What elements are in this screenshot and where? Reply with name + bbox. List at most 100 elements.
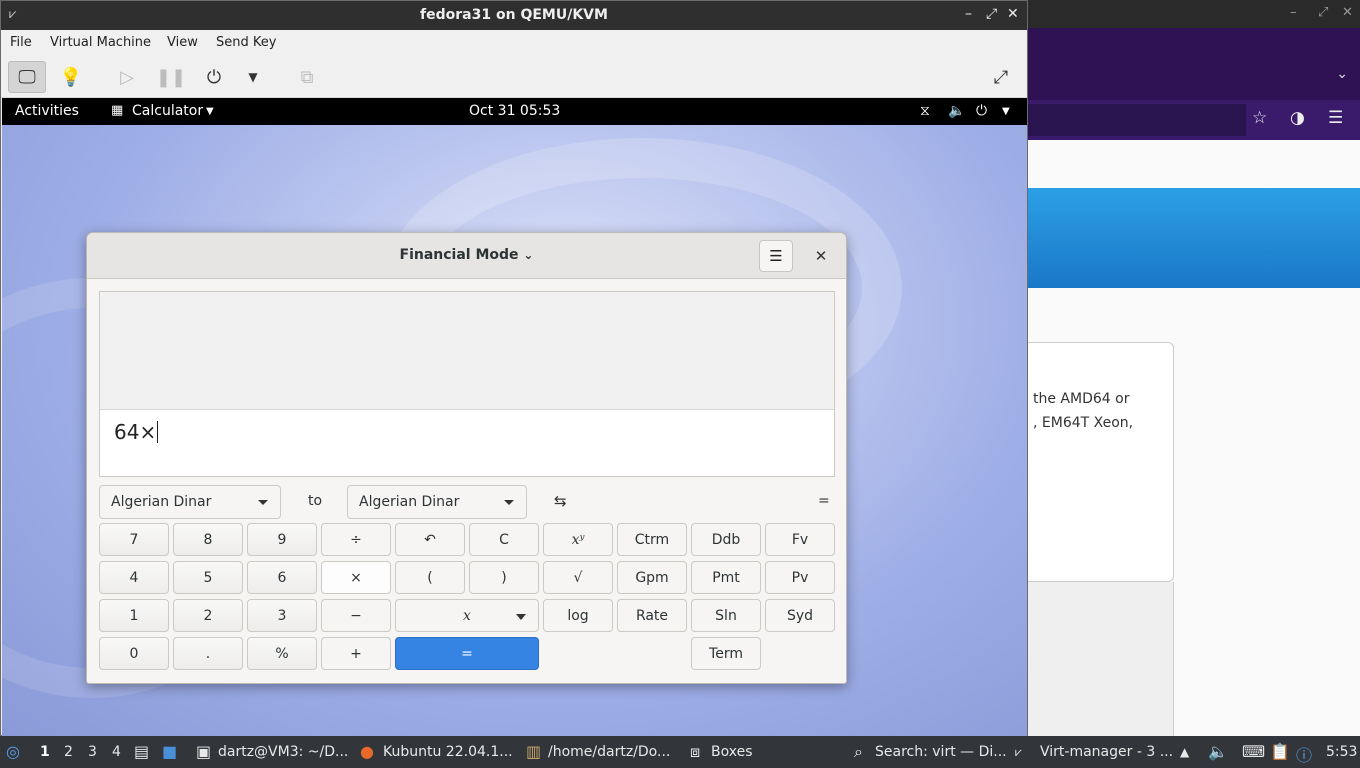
key-4[interactable]: 4 [99, 561, 169, 594]
key-6[interactable]: 6 [247, 561, 317, 594]
key-rate[interactable]: Rate [617, 599, 687, 632]
minimize-icon[interactable]: – [1290, 5, 1297, 20]
host-taskbar: ◎ 1 2 3 4 ▤ ■ ▣ dartz@VM3: ~/D... ● Kubu… [0, 736, 1360, 768]
key-5[interactable]: 5 [173, 561, 243, 594]
minimize-icon[interactable]: – [965, 6, 972, 22]
chevron-down-icon[interactable]: ⌄ [1336, 66, 1348, 82]
task-search[interactable]: Search: virt — Di... [875, 744, 1007, 760]
primary-menu-button[interactable]: ☰ [759, 240, 793, 272]
task-firefox[interactable]: Kubuntu 22.04.1... [383, 744, 513, 760]
key-gpm[interactable]: Gpm [617, 561, 687, 594]
bookmark-star-icon[interactable]: ☆ [1252, 108, 1267, 128]
key-equals[interactable]: = [395, 637, 539, 670]
menu-send-key[interactable]: Send Key [216, 35, 276, 50]
file-manager-icon[interactable]: ▤ [134, 742, 149, 761]
contrast-icon[interactable]: ◑ [1290, 108, 1305, 128]
power-icon[interactable]: ⏻ [976, 103, 987, 119]
to-currency-label: Algerian Dinar [359, 494, 460, 510]
fullscreen-button[interactable]: ⤢ [982, 61, 1020, 93]
key-clear[interactable]: C [469, 523, 539, 556]
show-desktop-icon[interactable]: ■ [162, 742, 177, 761]
key-divide[interactable]: ÷ [321, 523, 391, 556]
key-percent[interactable]: % [247, 637, 317, 670]
app-menu-label[interactable]: Calculator [132, 103, 203, 119]
power-button[interactable]: ⏻ [195, 61, 233, 93]
clipboard-icon[interactable]: 📋 [1270, 742, 1290, 761]
console-button[interactable]: 🖵 [8, 61, 46, 93]
caret-down-icon: ▼ [248, 70, 258, 84]
keyboard-icon[interactable]: ⌨ [1242, 742, 1265, 761]
task-virt-manager[interactable]: Virt-manager - 3 ... [1040, 744, 1173, 760]
workspace-3[interactable]: 3 [88, 744, 97, 760]
conversion-equals-label: = [818, 493, 830, 509]
power-menu-button[interactable]: ▼ [234, 61, 272, 93]
key-sln[interactable]: Sln [691, 599, 761, 632]
workspace-1[interactable]: 1 [40, 744, 50, 760]
menu-virtual-machine[interactable]: Virtual Machine [50, 35, 151, 50]
key-log[interactable]: log [543, 599, 613, 632]
folder-icon: ▥ [526, 742, 542, 761]
key-ctrm[interactable]: Ctrm [617, 523, 687, 556]
calculator-display: 64× [99, 291, 835, 477]
task-file-manager[interactable]: /home/dartz/Do... [548, 744, 670, 760]
close-button[interactable]: ✕ [809, 244, 833, 268]
tray-clock[interactable]: 5:53 [1326, 744, 1357, 760]
key-2[interactable]: 2 [173, 599, 243, 632]
key-term[interactable]: Term [691, 637, 761, 670]
key-pv[interactable]: Pv [765, 561, 835, 594]
key-subtract[interactable]: − [321, 599, 391, 632]
key-pmt[interactable]: Pmt [691, 561, 761, 594]
key-1[interactable]: 1 [99, 599, 169, 632]
to-currency-dropdown[interactable]: Algerian Dinar [347, 485, 527, 519]
details-button[interactable]: 💡 [52, 61, 90, 93]
key-variable-x[interactable]: x [395, 599, 539, 632]
caret-down-icon[interactable]: ▼ [206, 106, 214, 117]
close-icon[interactable]: ✕ [1007, 6, 1019, 22]
network-icon[interactable]: ⧖ [920, 103, 930, 119]
key-7[interactable]: 7 [99, 523, 169, 556]
key-fv[interactable]: Fv [765, 523, 835, 556]
url-field[interactable] [1028, 104, 1246, 136]
key-0[interactable]: 0 [99, 637, 169, 670]
mode-selector[interactable]: Financial Mode ⌄ [87, 247, 846, 263]
activities-button[interactable]: Activities [15, 103, 79, 119]
close-icon[interactable]: ✕ [1342, 5, 1353, 20]
key-power[interactable]: xʸ [543, 523, 613, 556]
key-add[interactable]: + [321, 637, 391, 670]
task-boxes[interactable]: Boxes [711, 744, 753, 760]
key-3[interactable]: 3 [247, 599, 317, 632]
pause-icon: ❚❚ [155, 66, 187, 88]
volume-icon[interactable]: 🔈 [1208, 742, 1228, 761]
key-ddb[interactable]: Ddb [691, 523, 761, 556]
scroll-up-icon[interactable]: ▲ [1180, 745, 1189, 759]
workspace-2[interactable]: 2 [64, 744, 73, 760]
key-multiply[interactable]: × [321, 561, 391, 594]
menu-file[interactable]: File [10, 35, 32, 50]
pause-button[interactable]: ❚❚ [152, 61, 190, 93]
key-9[interactable]: 9 [247, 523, 317, 556]
key-decimal[interactable]: . [173, 637, 243, 670]
menu-view[interactable]: View [167, 35, 198, 50]
workspace-4[interactable]: 4 [112, 744, 121, 760]
snapshots-button[interactable]: ⧉ [288, 61, 326, 93]
key-8[interactable]: 8 [173, 523, 243, 556]
swap-currencies-button[interactable]: ⇆ [554, 492, 567, 510]
expression-entry[interactable]: 64× [114, 420, 159, 444]
task-terminal[interactable]: dartz@VM3: ~/D... [218, 744, 348, 760]
from-currency-dropdown[interactable]: Algerian Dinar [99, 485, 281, 519]
key-close-paren[interactable]: ) [469, 561, 539, 594]
caret-down-icon[interactable]: ▼ [1002, 106, 1010, 117]
maximize-icon[interactable]: ⤢ [986, 6, 997, 22]
info-icon[interactable]: ⓘ [1296, 742, 1312, 766]
maximize-icon[interactable]: ⤢ [1318, 5, 1328, 20]
hamburger-menu-icon[interactable]: ☰ [1328, 108, 1343, 128]
caret-down-icon [504, 500, 514, 505]
clock[interactable]: Oct 31 05:53 [469, 103, 560, 119]
kde-launcher-icon[interactable]: ◎ [6, 742, 20, 761]
run-button[interactable]: ▷ [108, 61, 146, 93]
volume-icon[interactable]: 🔈 [948, 103, 965, 119]
key-syd[interactable]: Syd [765, 599, 835, 632]
key-backspace[interactable]: ↶ [395, 523, 465, 556]
key-open-paren[interactable]: ( [395, 561, 465, 594]
key-sqrt[interactable]: √ [543, 561, 613, 594]
